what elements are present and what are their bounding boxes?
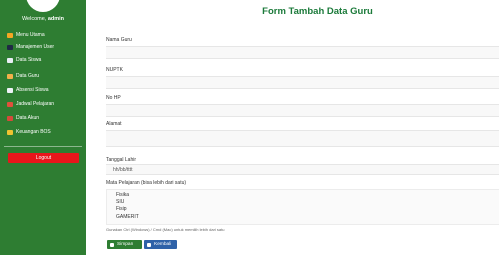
sidebar: Welcome, admin Menu Utama Manajemen User… [0,0,86,255]
select-option[interactable]: SIU [116,199,499,206]
select-option[interactable]: Fisika [116,192,499,199]
mata-pelajaran-label: Mata Pelajaran (bisa lebih dari satu) [106,180,187,186]
select-option[interactable]: Fisip [116,206,499,213]
tanggal-lahir-input[interactable]: hh/bb/tttt [106,164,499,175]
sidebar-item-keuangan-bos[interactable]: Keuangan BOS [3,126,83,138]
clipboard-icon [7,87,13,93]
sidebar-item-data-guru[interactable]: Data Guru [3,70,83,82]
student-icon [7,57,13,63]
save-button[interactable]: Simpan [107,240,142,249]
sidebar-item-label: Jadwal Pelajaran [16,101,55,107]
sidebar-item-label: Keuangan BOS [16,129,51,135]
mata-pelajaran-select[interactable]: Fisika SIU Fisip GAMERIT [106,189,499,225]
no-hp-label: No HP [106,95,121,101]
select-option[interactable]: GAMERIT [116,214,499,221]
sidebar-item-menu-utama[interactable]: Menu Utama [3,29,83,41]
save-icon [110,242,114,247]
page-title: Form Tambah Data Guru [262,6,373,17]
sidebar-item-label: Menu Utama [16,32,45,38]
sidebar-item-data-siswa[interactable]: Data Siswa [3,54,83,66]
alamat-label: Alamat [106,121,122,127]
nuptk-input[interactable] [106,76,499,89]
app-window: Welcome, admin Menu Utama Manajemen User… [0,0,499,255]
calendar-icon [7,101,13,107]
sidebar-item-data-akun[interactable]: Data Akun [3,112,83,124]
teacher-icon [7,73,13,79]
back-button[interactable]: Kembali [144,240,177,249]
welcome-prefix: Welcome, [21,16,48,22]
main-content: Form Tambah Data Guru Nama Guru NUPTK No… [86,0,499,255]
sidebar-item-label: Data Guru [16,73,40,79]
sidebar-item-absensi-siswa[interactable]: Absensi Siswa [3,84,83,96]
sidebar-item-label: Data Akun [16,115,40,121]
welcome-text: Welcome, admin [0,16,86,22]
sidebar-item-label: Manajemen User [16,44,55,50]
avatar [26,0,60,12]
nama-guru-label: Nama Guru [106,37,132,43]
arrow-left-icon [147,242,151,247]
account-icon [7,115,13,121]
sidebar-item-label: Data Siswa [16,57,42,63]
users-icon [7,44,13,50]
home-icon [7,32,13,38]
nama-guru-input[interactable] [106,46,499,59]
back-button-label: Kembali [154,242,172,247]
logout-button[interactable]: Logout [8,153,79,163]
welcome-username: admin [47,16,65,22]
save-button-label: Simpan [117,242,134,247]
alamat-textarea[interactable] [106,130,499,147]
sidebar-item-jadwal-pelajaran[interactable]: Jadwal Pelajaran [3,98,83,110]
tanggal-lahir-label: Tanggal Lahir [106,157,137,163]
nuptk-label: NUPTK [106,67,123,73]
no-hp-input[interactable] [106,104,499,117]
money-icon [7,129,13,135]
sidebar-divider [4,146,82,147]
sidebar-item-label: Absensi Siswa [16,87,49,93]
sidebar-item-manajemen-user[interactable]: Manajemen User [3,41,83,53]
help-text: Gunakan Ctrl (Windows) / Cmd (Mac) untuk… [106,227,225,232]
